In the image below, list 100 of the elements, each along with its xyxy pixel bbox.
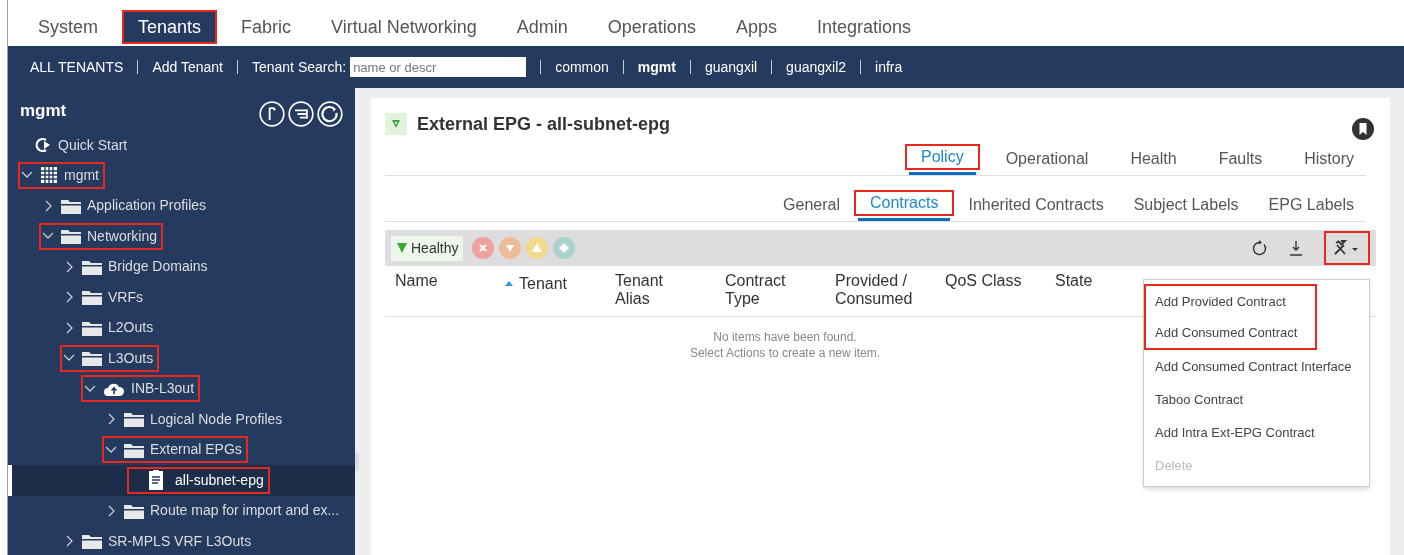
tree-row[interactable]: Networking	[8, 221, 355, 252]
collapse-handle[interactable]	[355, 453, 359, 471]
folder-icon	[124, 411, 144, 428]
tab[interactable]: Health	[1118, 144, 1189, 175]
tree-row[interactable]: Route map for import and ex...	[8, 495, 355, 526]
chevron-right-icon[interactable]	[64, 260, 74, 273]
tree-row[interactable]: Bridge Domains	[8, 251, 355, 282]
tab[interactable]: Inherited Contracts	[956, 190, 1116, 221]
empty-message: No items have been found.	[713, 329, 857, 345]
folder-icon	[82, 533, 102, 550]
tab[interactable]: General	[771, 190, 852, 221]
tenant-link[interactable]: mgmt	[637, 56, 676, 78]
tree-row[interactable]: Logical Node Profiles	[8, 404, 355, 435]
tenant-link[interactable]: common	[555, 56, 609, 78]
chevron-down-icon[interactable]	[84, 383, 96, 394]
tree-row[interactable]: L3Outs	[8, 343, 355, 374]
tenant-link[interactable]: infra	[875, 56, 903, 78]
tree-label: External EPGs	[150, 440, 242, 460]
chevron-right-icon[interactable]	[106, 504, 116, 517]
search-label: Tenant Search:	[251, 57, 347, 77]
chevron-right-icon[interactable]	[64, 321, 74, 334]
column-header[interactable]: Tenant Alias	[615, 272, 664, 308]
chevron-right-icon[interactable]	[64, 291, 74, 304]
tenant-search-field[interactable]: name or descr	[350, 57, 527, 77]
tree-label: VRFs	[108, 287, 143, 307]
refresh-icon[interactable]	[1252, 240, 1268, 256]
tree-row[interactable]: mgmt	[8, 160, 355, 191]
tree-label: INB-L3out	[131, 379, 195, 399]
empty-message: Select Actions to create a new item.	[689, 345, 881, 361]
warning-icon	[526, 237, 549, 259]
toolbar-link[interactable]: Add Tenant	[152, 56, 223, 78]
nav-tab[interactable]: Operations	[591, 10, 712, 44]
document-icon	[149, 470, 163, 491]
folder-icon	[82, 319, 102, 336]
column-header[interactable]: State	[1055, 272, 1093, 290]
chevron-right-icon[interactable]	[106, 413, 116, 426]
tree-label: L2Outs	[108, 318, 154, 338]
tab[interactable]: Operational	[993, 144, 1101, 175]
download-icon[interactable]	[1289, 240, 1303, 256]
tree-label: Application Profiles	[87, 196, 207, 216]
menu-item[interactable]: Add Consumed Contract Interface	[1144, 350, 1369, 383]
column-header[interactable]: Name	[395, 272, 438, 290]
menu-item[interactable]: Add Provided Contract	[1144, 284, 1317, 317]
tenant-link[interactable]: guangxil	[704, 56, 758, 78]
nav-tab[interactable]: System	[22, 10, 114, 44]
tree-row[interactable]: VRFs	[8, 282, 355, 313]
tree-row[interactable]: External EPGs	[8, 434, 355, 465]
tab[interactable]: Faults	[1206, 144, 1275, 175]
tree-label: Logical Node Profiles	[150, 409, 283, 429]
column-header[interactable]: Provided / Consumed	[835, 272, 913, 308]
menu-item[interactable]: Add Consumed Contract	[1144, 317, 1317, 350]
folder-icon	[61, 228, 81, 245]
nav-tab[interactable]: Tenants	[122, 10, 218, 44]
tab[interactable]: EPG Labels	[1256, 190, 1366, 221]
tab[interactable]: History	[1292, 144, 1366, 175]
folder-icon	[61, 197, 81, 214]
sidebar-title: mgmt	[20, 100, 67, 122]
nav-tab[interactable]: Admin	[500, 10, 584, 44]
tree-row[interactable]: all-subnet-epg	[8, 465, 355, 496]
menu-item[interactable]: Taboo Contract	[1144, 383, 1369, 416]
tab[interactable]: Contracts	[858, 190, 951, 221]
column-header[interactable]: QoS Class	[945, 272, 1022, 290]
column-header[interactable]: Contract Type	[725, 272, 786, 308]
folder-icon	[82, 258, 102, 275]
nav-tab[interactable]: Fabric	[225, 10, 308, 44]
error-icon	[472, 237, 495, 259]
folder-icon	[82, 289, 102, 306]
nav-tab[interactable]: Integrations	[800, 10, 927, 44]
tree-row[interactable]: L2Outs	[8, 312, 355, 343]
chevron-right-icon[interactable]	[64, 535, 74, 548]
filter-icon[interactable]	[288, 101, 314, 127]
folder-icon	[124, 502, 144, 519]
tree-label: SR-MPLS VRF L3Outs	[108, 531, 252, 551]
tree-label: Networking	[87, 226, 158, 246]
tree-row[interactable]: INB-L3out	[8, 373, 355, 404]
tree-row[interactable]: Application Profiles	[8, 190, 355, 221]
nav-tab[interactable]: Apps	[719, 10, 793, 44]
chevron-down-icon[interactable]	[105, 444, 117, 455]
menu-item[interactable]: Add Intra Ext-EPG Contract	[1144, 416, 1369, 449]
quick-start-link[interactable]: Quick Start	[58, 134, 128, 156]
column-header[interactable]: Tenant	[505, 275, 568, 293]
actions-button[interactable]	[1324, 231, 1370, 265]
nav-tab[interactable]: Virtual Networking	[315, 10, 493, 44]
tree-label: L3Outs	[108, 348, 154, 368]
grid-icon	[40, 166, 58, 185]
info-icon	[553, 237, 576, 259]
page-title: External EPG - all-subnet-epg	[417, 112, 671, 136]
tree-label: all-subnet-epg	[175, 470, 264, 490]
play-icon	[34, 136, 52, 154]
sort-ascending-icon	[505, 280, 513, 286]
tenant-link[interactable]: guangxil2	[786, 56, 847, 78]
chevron-right-icon[interactable]	[43, 199, 53, 212]
tree-label: Bridge Domains	[108, 257, 208, 277]
tab[interactable]: Subject Labels	[1121, 190, 1251, 221]
tree-label: Route map for import and ex...	[150, 501, 340, 521]
shield-icon	[385, 113, 407, 135]
bookmark-icon[interactable]	[1352, 118, 1374, 140]
tab[interactable]: Policy	[909, 144, 976, 175]
toolbar-link[interactable]: ALL TENANTS	[30, 56, 124, 78]
tree-row[interactable]: SR-MPLS VRF L3Outs	[8, 526, 355, 555]
